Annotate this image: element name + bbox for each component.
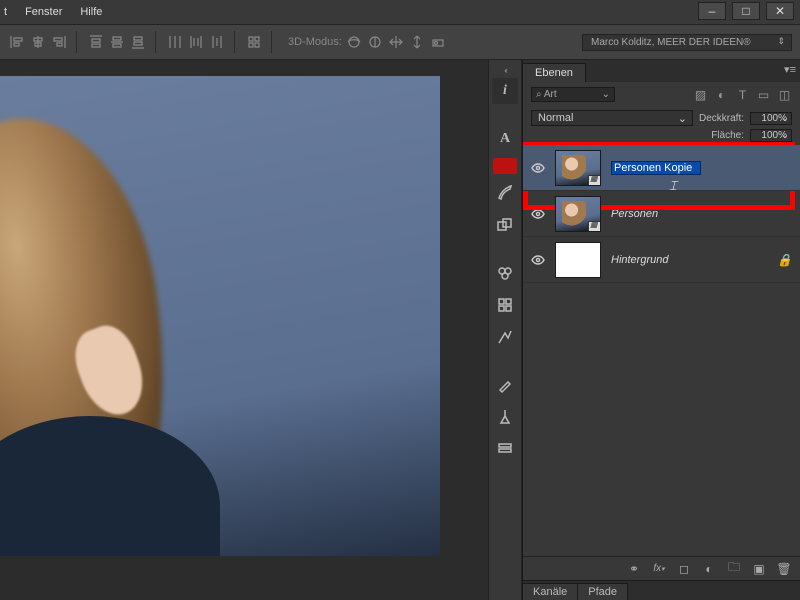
blend-mode-select[interactable]: Normal	[531, 110, 693, 126]
expand-handle[interactable]	[491, 66, 519, 72]
filter-pixellayer-icon[interactable]: ▨	[693, 87, 708, 102]
brush-panel-icon[interactable]	[492, 180, 518, 206]
document-canvas[interactable]	[0, 76, 440, 556]
opacity-value[interactable]: 100%	[750, 112, 792, 125]
mode3d-scale-icon[interactable]	[429, 33, 447, 51]
text-cursor-icon: ⌶	[669, 178, 677, 194]
collapsed-panel-strip: i A	[488, 60, 522, 600]
brushpreset-panel-icon[interactable]	[492, 372, 518, 398]
distribute-h3-icon[interactable]	[208, 33, 226, 51]
delete-layer-icon[interactable]: 🗑	[776, 561, 792, 577]
distribute-vcenter-icon[interactable]	[108, 33, 126, 51]
filter-smartlayer-icon[interactable]: ◫	[777, 87, 792, 102]
channels-tab[interactable]: Kanäle	[523, 583, 578, 600]
mode3d-roll-icon[interactable]	[366, 33, 384, 51]
layer-thumbnail[interactable]	[555, 150, 601, 186]
layer-thumbnail[interactable]	[555, 196, 601, 232]
visibility-toggle[interactable]	[531, 161, 545, 175]
distribute-top-icon[interactable]	[87, 33, 105, 51]
visibility-toggle[interactable]	[531, 253, 545, 267]
secondary-tab-bar: Kanäle Pfade	[523, 580, 800, 600]
auto-align-icon[interactable]	[245, 33, 263, 51]
smart-object-badge	[588, 175, 601, 186]
align-hcenter-icon[interactable]	[29, 33, 47, 51]
close-button[interactable]: ✕	[766, 2, 794, 20]
adjust-layer-icon[interactable]: ◐	[701, 561, 717, 577]
filter-adjustlayer-icon[interactable]: ◐	[714, 87, 729, 102]
canvas-area	[0, 60, 488, 600]
panel-tab-bar: Ebenen	[523, 60, 800, 82]
layer-name[interactable]: Hintergrund	[611, 254, 767, 266]
visibility-toggle[interactable]	[531, 207, 545, 221]
layers-list: ⌶ Personen Hintergrund 🔒	[523, 145, 800, 556]
menu-t[interactable]: t	[4, 6, 7, 18]
layer-fx-icon[interactable]: fx▾	[651, 561, 667, 577]
filter-shapelayer-icon[interactable]: ▭	[756, 87, 771, 102]
clone-panel-icon[interactable]	[492, 212, 518, 238]
lock-icon: 🔒	[777, 253, 792, 267]
fill-label: Fläche:	[711, 130, 744, 141]
layers-panel-footer: ⚭ fx▾ ◻ ◐ 🗀 ▣ 🗑	[523, 556, 800, 580]
swatches-panel-icon[interactable]	[492, 260, 518, 286]
layer-row[interactable]: Hintergrund 🔒	[523, 237, 800, 283]
paths-tab[interactable]: Pfade	[578, 583, 628, 600]
mode3d-slide-icon[interactable]	[408, 33, 426, 51]
opacity-label: Deckkraft:	[699, 113, 744, 124]
new-layer-icon[interactable]: ▣	[751, 561, 767, 577]
menu-fenster[interactable]: Fenster	[25, 6, 62, 18]
layercomp-panel-icon[interactable]	[492, 436, 518, 462]
minimize-button[interactable]: –	[698, 2, 726, 20]
layer-row[interactable]: Personen	[523, 191, 800, 237]
layer-name[interactable]: Personen	[611, 208, 792, 220]
smart-object-badge	[588, 221, 601, 232]
mode-3d-label: 3D-Modus:	[288, 36, 342, 48]
right-panel-column: Ebenen ⌕ Art ▨ ◐ T ▭ ◫ Normal Deckkraft:…	[522, 60, 800, 600]
layer-thumbnail[interactable]	[555, 242, 601, 278]
character-panel-icon[interactable]: A	[492, 126, 518, 152]
mode3d-pan-icon[interactable]	[387, 33, 405, 51]
filter-typelayer-icon[interactable]: T	[735, 87, 750, 102]
group-icon[interactable]: 🗀	[726, 561, 742, 577]
link-layers-icon[interactable]: ⚭	[626, 561, 642, 577]
distribute-bottom-icon[interactable]	[129, 33, 147, 51]
workspace: i A Ebenen ⌕ Art ▨ ◐ T ▭ ◫	[0, 60, 800, 600]
adjust-panel-icon[interactable]	[492, 324, 518, 350]
distribute-h1-icon[interactable]	[166, 33, 184, 51]
layers-tab[interactable]: Ebenen	[523, 63, 586, 82]
paragraph-panel-icon[interactable]	[493, 158, 517, 174]
fill-value[interactable]: 100%	[750, 129, 792, 142]
align-right-icon[interactable]	[50, 33, 68, 51]
layer-mask-icon[interactable]: ◻	[676, 561, 692, 577]
window-controls: – □ ✕	[698, 2, 794, 20]
align-left-icon[interactable]	[8, 33, 26, 51]
layer-row[interactable]: ⌶	[523, 145, 800, 191]
maximize-button[interactable]: □	[732, 2, 760, 20]
options-bar: 3D-Modus: Marco Kolditz, MEER DER IDEEN®	[0, 24, 800, 60]
workspace-switcher[interactable]: Marco Kolditz, MEER DER IDEEN®	[582, 34, 792, 51]
info-panel-icon[interactable]: i	[492, 78, 518, 104]
styles-panel-icon[interactable]	[492, 292, 518, 318]
toolpreset-panel-icon[interactable]	[492, 404, 518, 430]
layer-filter-type[interactable]: ⌕ Art	[531, 87, 615, 102]
application-menu-bar: t Fenster Hilfe – □ ✕	[0, 0, 800, 24]
mode3d-orbit-icon[interactable]	[345, 33, 363, 51]
menu-hilfe[interactable]: Hilfe	[80, 6, 102, 18]
panel-flyout-menu[interactable]	[784, 63, 796, 76]
distribute-h2-icon[interactable]	[187, 33, 205, 51]
layer-rename-input[interactable]	[611, 161, 701, 175]
